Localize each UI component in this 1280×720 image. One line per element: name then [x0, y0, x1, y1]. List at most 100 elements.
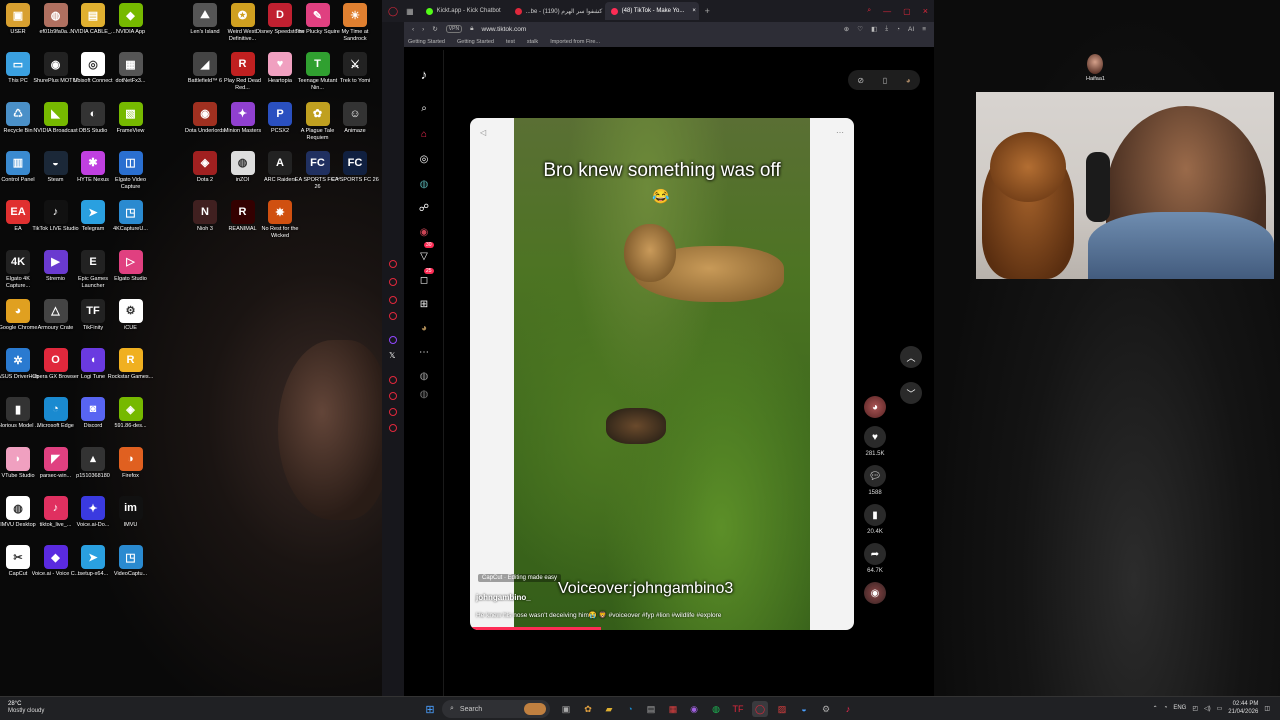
file-explorer-icon[interactable]: ▰ — [601, 701, 617, 717]
app-icon[interactable]: ▦ — [665, 701, 681, 717]
previous-video-button[interactable]: ︿ — [900, 346, 922, 368]
explore-icon[interactable]: ◎ — [416, 151, 432, 167]
tiktok-logo-icon[interactable]: ♪ — [416, 66, 432, 82]
tab-list-icon[interactable]: ▦ — [406, 7, 414, 16]
notification-icon[interactable]: ◫ — [1264, 705, 1270, 712]
following-icon[interactable]: ◍ — [416, 176, 432, 192]
messages-icon[interactable]: ◻ — [416, 272, 432, 288]
desktop-icon[interactable]: R Rockstar Games... — [107, 345, 155, 393]
battery-icon[interactable]: ▭ — [1217, 705, 1223, 712]
account-avatar[interactable]: ◍ — [416, 386, 432, 402]
account-avatar[interactable]: ◍ — [416, 368, 432, 384]
new-tab-button[interactable]: + — [705, 6, 710, 16]
more-icon[interactable]: ⋯ — [416, 344, 432, 360]
desktop-icon[interactable]: ▦ dotNetFx3... — [107, 49, 155, 97]
desktop-icon[interactable]: im IMVU — [107, 493, 155, 541]
live-icon[interactable]: ◉ — [416, 224, 432, 240]
task-view-icon[interactable]: ▣ — [558, 701, 574, 717]
reload-button[interactable]: ↻ — [432, 25, 437, 33]
desktop-icon[interactable]: ◈ 591.86-des... — [107, 394, 155, 442]
zoom-icon[interactable]: ⊕ — [844, 25, 849, 33]
settings-icon[interactable] — [389, 424, 397, 432]
like-action[interactable]: ♥ 281.5K — [860, 426, 890, 457]
twitch-icon[interactable] — [389, 336, 397, 344]
bookmark-getting-started[interactable]: Getting Started — [408, 39, 445, 45]
search-tabs-icon[interactable]: ⌕ — [867, 7, 871, 15]
video-player[interactable]: Bro knew something was off 😂 CapCut · Ed… — [470, 118, 854, 630]
profile-icon[interactable]: ◔ — [896, 26, 900, 33]
settings-icon[interactable]: ⚙ — [818, 701, 834, 717]
close-window-button[interactable]: × — [923, 6, 928, 16]
video-progress-bar[interactable] — [470, 627, 601, 630]
url-field[interactable]: www.tiktok.com — [482, 26, 527, 33]
chevron-up-icon[interactable]: ⌃ — [1153, 705, 1158, 712]
vpn-badge[interactable]: VPN — [445, 25, 463, 33]
desktop-icon[interactable]: ◫ Elgato Video Capture — [107, 148, 155, 196]
desktop-icon[interactable]: ⚔ Trek to Yomi — [331, 49, 379, 97]
more-options-icon[interactable]: ⋯ — [836, 128, 844, 137]
forward-button[interactable]: › — [422, 26, 424, 33]
user-avatar[interactable]: ◕ — [906, 76, 911, 85]
desktop-icon[interactable]: ⚙ iCUE — [107, 296, 155, 344]
tab-kickt[interactable]: Kickt.app - Kick Chatbot — [420, 2, 507, 20]
edge-icon[interactable]: ◔ — [622, 701, 638, 717]
bookmark-test[interactable]: test — [506, 39, 515, 45]
app-tray-icon[interactable]: ◔ — [1164, 705, 1168, 711]
gx-sidebar-icon[interactable] — [389, 376, 397, 384]
network-icon[interactable]: ◰ — [1192, 705, 1198, 712]
minimize-button[interactable]: — — [883, 7, 891, 16]
desktop-icon[interactable]: ✸ No Rest for the Wicked — [256, 197, 304, 245]
gx-sidebar-icon[interactable] — [389, 296, 397, 304]
gx-sidebar-icon[interactable] — [389, 278, 397, 286]
desktop-icon[interactable]: ◑ Firefox — [107, 444, 155, 492]
home-icon[interactable]: ⌂ — [416, 126, 432, 142]
gx-sidebar-icon[interactable] — [389, 408, 397, 416]
spotify-icon[interactable]: ◍ — [708, 701, 724, 717]
weather-widget[interactable]: 28°C Mostly cloudy — [8, 701, 44, 715]
bookmark-stalk[interactable]: stalk — [527, 39, 538, 45]
steam-icon[interactable]: ◒ — [796, 701, 812, 717]
desktop-icon[interactable]: ◆ NVIDIA App — [107, 0, 155, 48]
coin-icon[interactable]: ⊘ — [857, 76, 864, 85]
next-video-button[interactable]: ﹀ — [900, 382, 922, 404]
mute-icon[interactable]: ◁ — [480, 128, 486, 137]
video-author[interactable]: johngambino_ — [476, 593, 531, 602]
desktop-icon[interactable]: ☺ Animaze — [331, 99, 379, 147]
music-disc[interactable]: ◉ — [860, 582, 890, 604]
desktop-icon[interactable]: ▷ Elgato Studio — [107, 247, 155, 295]
activity-icon[interactable]: ▽ — [416, 248, 432, 264]
gx-sidebar-icon[interactable] — [389, 260, 397, 268]
friends-icon[interactable]: ☍ — [416, 200, 432, 216]
desktop-icon[interactable]: ▧ FrameView — [107, 99, 155, 147]
device-icon[interactable]: ▯ — [883, 76, 887, 85]
extensions-icon[interactable]: ◧ — [871, 25, 877, 33]
opera-gx-taskbar-icon[interactable]: ◯ — [752, 701, 768, 717]
bookmark-imported[interactable]: Imported from Fire... — [550, 39, 600, 45]
x-icon[interactable]: 𝕏 — [389, 352, 397, 360]
search-icon[interactable]: ⌕ — [416, 100, 432, 116]
back-button[interactable]: ‹ — [412, 26, 414, 33]
language-indicator[interactable]: ENG — [1173, 705, 1186, 711]
tiktok-taskbar-icon[interactable]: ♪ — [840, 701, 856, 717]
opera-logo-icon[interactable]: ◯ — [388, 6, 398, 17]
gx-sidebar-icon[interactable] — [389, 312, 397, 320]
upload-icon[interactable]: ⊞ — [416, 296, 432, 312]
desktop-icon[interactable]: ◳ 4KCaptureU... — [107, 197, 155, 245]
comment-action[interactable]: 💬︎ 1588 — [860, 465, 890, 496]
volume-icon[interactable]: ◁) — [1204, 705, 1211, 712]
app-icon[interactable]: ▨ — [774, 701, 790, 717]
bookmark-icon[interactable]: ♡ — [857, 25, 863, 33]
capcut-badge[interactable]: CapCut · Editing made easy — [478, 574, 562, 582]
creator-avatar[interactable]: ◕ — [860, 396, 890, 418]
copilot-icon[interactable]: ✿ — [580, 701, 596, 717]
desktop-icon[interactable]: ☀ My Time at Sandrock — [331, 0, 379, 48]
start-icon[interactable]: ⊞ — [422, 701, 438, 717]
bookmark-getting-started-2[interactable]: Getting Started — [457, 39, 494, 45]
maximize-button[interactable]: ▢ — [903, 7, 911, 16]
store-icon[interactable]: ▤ — [643, 701, 659, 717]
opera-gx-icon[interactable]: TF — [730, 701, 746, 717]
taskbar-search[interactable]: ⌕ Search — [442, 700, 550, 718]
app-icon[interactable]: ◉ — [686, 701, 702, 717]
desktop-icon[interactable]: ◳ VideoCaptu... — [107, 542, 155, 590]
menu-icon[interactable]: ≡ — [922, 26, 926, 33]
